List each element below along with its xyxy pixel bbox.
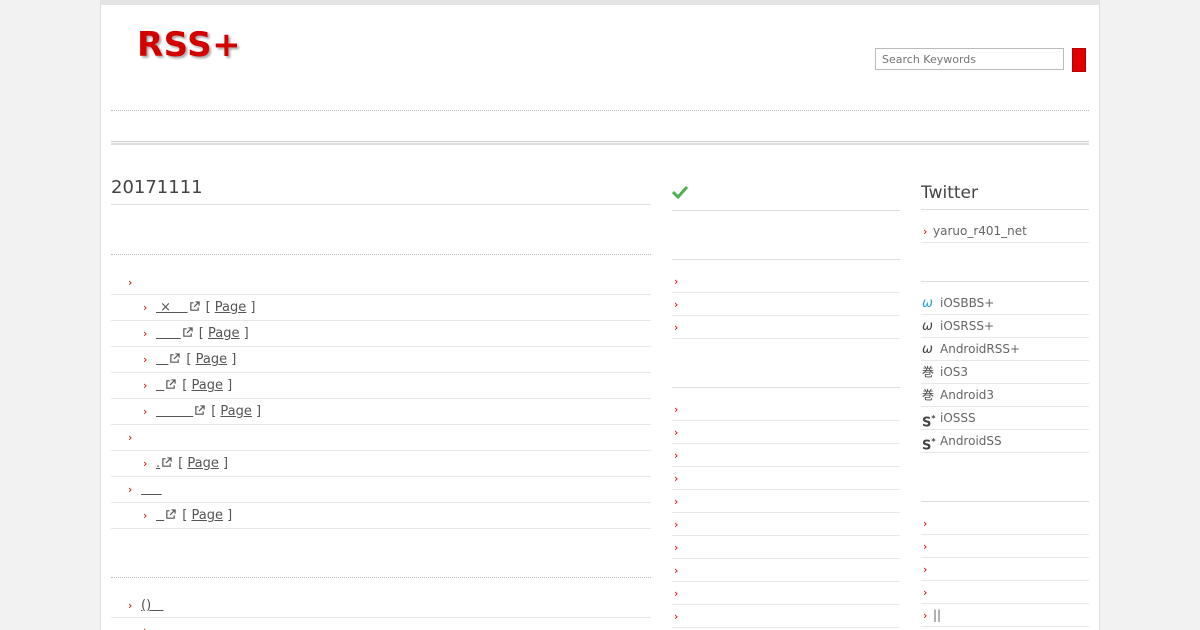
list-item[interactable]: › [ Page ] <box>111 347 651 373</box>
app-link[interactable]: ω iOSBBS+ <box>921 292 1089 315</box>
search-input[interactable] <box>875 48 1064 70</box>
item-title[interactable] <box>156 508 164 523</box>
section-divider <box>111 205 651 255</box>
list-item-group[interactable]: › <box>111 255 651 295</box>
list-item[interactable]: › <box>672 444 900 467</box>
list-item[interactable]: › || <box>921 604 1089 627</box>
list-item-group[interactable]: › <box>111 425 651 451</box>
list-item[interactable]: ›.[ Page ] <box>111 451 651 477</box>
middle-spacer <box>672 339 900 388</box>
page-link[interactable]: Page <box>208 326 239 341</box>
list-item[interactable]: › [ Page ] <box>111 399 651 425</box>
list-item[interactable]: › <box>672 316 900 339</box>
list-item[interactable]: › <box>672 536 900 559</box>
app-link[interactable]: 巻 iOS3 <box>921 361 1089 384</box>
app-link[interactable]: S* iOSSS <box>921 407 1089 430</box>
list-item[interactable]: › [ Page ] <box>111 503 651 529</box>
item-title[interactable] <box>156 378 164 393</box>
list-item[interactable]: › <box>672 513 900 536</box>
right-spacer <box>921 453 1089 502</box>
search-button[interactable] <box>1072 48 1086 72</box>
app-link[interactable]: ω iOSRSS+ <box>921 315 1089 338</box>
list-item[interactable]: › <box>672 605 900 628</box>
external-link-icon <box>166 379 176 389</box>
omega-icon: ω <box>922 319 933 334</box>
list-item[interactable]: › <box>921 581 1089 604</box>
item-title[interactable]: × <box>156 300 188 315</box>
right-column: Twitter › yaruo_r401_net ω iOSBBS+ ω iOSRSS… <box>921 173 1089 627</box>
kan-icon: 巻 <box>922 388 935 402</box>
nav-divider <box>111 141 1089 145</box>
list-item[interactable]: › <box>672 490 900 513</box>
kan-icon: 巻 <box>922 365 935 379</box>
list-item[interactable]: › <box>921 535 1089 558</box>
external-link-icon <box>162 457 172 467</box>
list-item[interactable]: › × [ Page ] <box>111 295 651 321</box>
header-divider <box>111 110 1089 111</box>
list-item[interactable]: › <box>672 582 900 605</box>
list-item[interactable]: › [ Page ] <box>111 321 651 347</box>
page: RSS+ 20171111 › › × [ Page ]› [ Page ]› … <box>100 0 1100 630</box>
omega-icon: ω <box>922 296 933 311</box>
page-title: 20171111 <box>111 173 651 205</box>
right-spacer <box>921 243 1089 282</box>
twitter-title: Twitter <box>921 173 1089 210</box>
page-link[interactable]: Page <box>187 456 218 471</box>
middle-header <box>672 173 900 211</box>
external-link-icon <box>170 353 181 363</box>
list-item[interactable]: › <box>672 398 900 421</box>
list-item[interactable]: › <box>921 558 1089 581</box>
list-item[interactable]: › <box>672 559 900 582</box>
check-icon <box>672 185 688 199</box>
ss-icon: S* <box>922 437 936 454</box>
middle-column: › › › › › › › › › › › › › <box>672 173 900 628</box>
list-item-group[interactable]: › () <box>111 578 651 618</box>
list-item[interactable]: › <box>672 421 900 444</box>
list-item[interactable]: › <box>672 293 900 316</box>
site-logo[interactable]: RSS+ <box>137 25 241 65</box>
app-link[interactable]: 巻 Android3 <box>921 384 1089 407</box>
page-link[interactable]: Page <box>220 404 251 419</box>
external-link-icon <box>195 405 205 415</box>
app-link[interactable]: S* AndroidSS <box>921 430 1089 453</box>
list-item[interactable]: › [ Page ] <box>111 373 651 399</box>
middle-spacer <box>672 211 900 260</box>
item-title[interactable] <box>156 352 168 367</box>
list-item[interactable]: › <box>672 270 900 293</box>
page-link[interactable]: Page <box>191 508 222 523</box>
main-column: 20171111 › › × [ Page ] › [ Page ] › [ Pag… <box>111 173 651 630</box>
list-item[interactable]: › <box>111 618 651 630</box>
item-title[interactable] <box>156 326 181 341</box>
external-link-icon <box>189 301 200 311</box>
item-title[interactable] <box>156 404 193 419</box>
external-link-icon <box>183 327 193 337</box>
app-link[interactable]: ω AndroidRSS+ <box>921 338 1089 361</box>
omega-icon: ω <box>922 342 933 357</box>
list-item[interactable]: › <box>921 512 1089 535</box>
page-link[interactable]: Page <box>191 378 222 393</box>
list-item-group[interactable]: › <box>111 477 651 503</box>
page-link[interactable]: Page <box>215 300 246 315</box>
section-divider <box>111 529 651 578</box>
list-item[interactable]: › <box>672 467 900 490</box>
external-link-icon <box>166 509 176 519</box>
page-link[interactable]: Page <box>196 352 227 367</box>
twitter-account-link[interactable]: › yaruo_r401_net <box>921 220 1089 243</box>
item-title[interactable]: . <box>156 456 160 471</box>
